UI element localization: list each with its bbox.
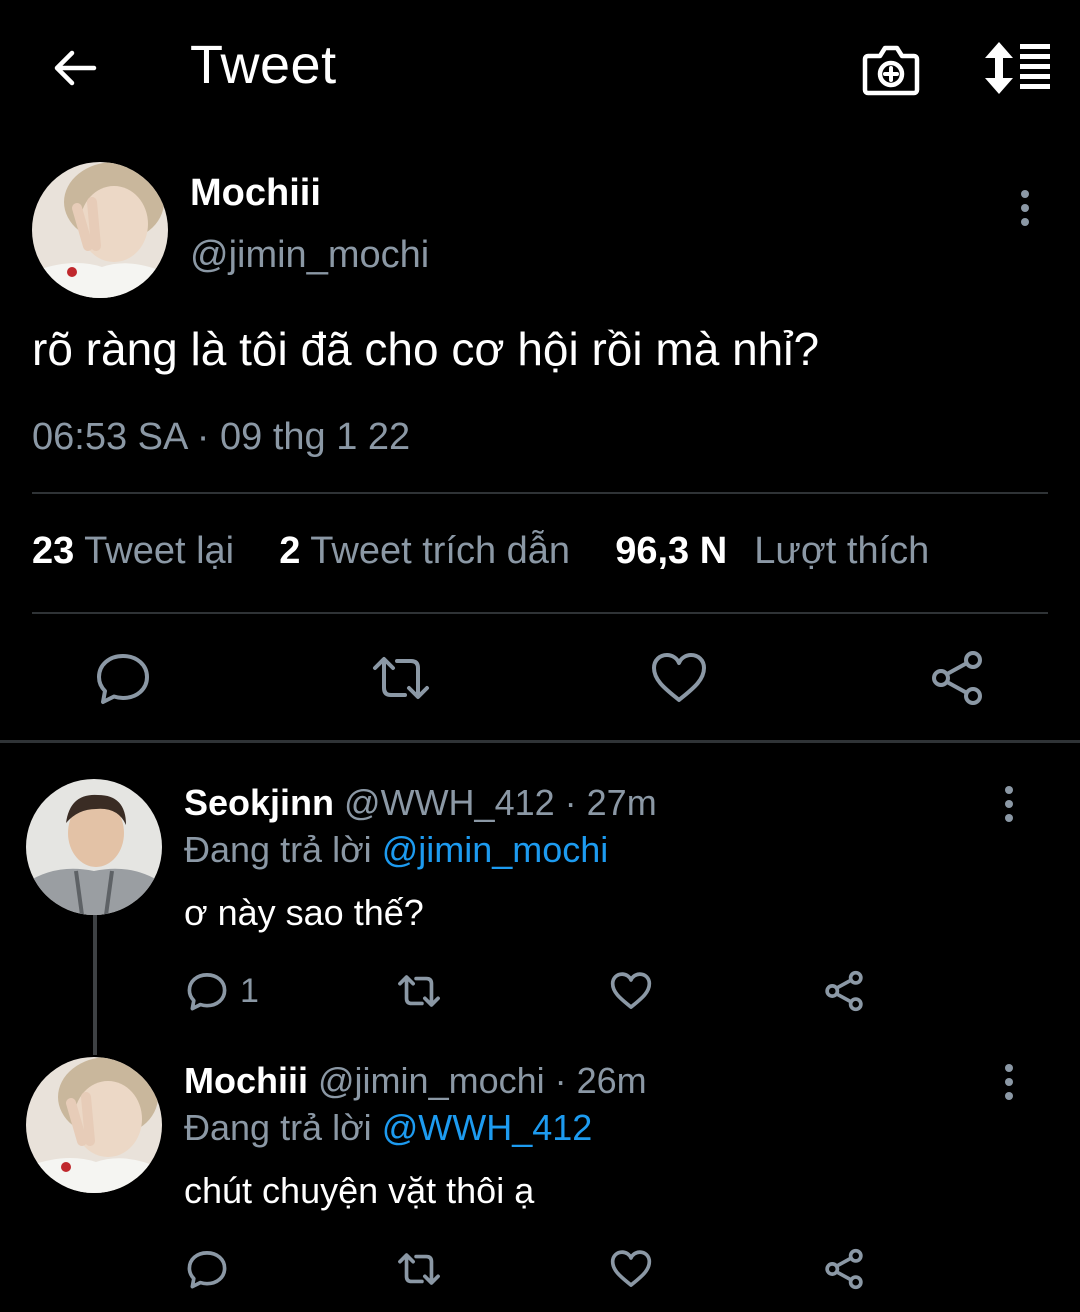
share-icon[interactable] — [822, 969, 866, 1013]
reply-icon[interactable] — [185, 1247, 229, 1291]
replying-to: Đang trả lời @jimin_mochi — [184, 829, 608, 871]
reply-author-name[interactable]: Seokjinn — [184, 782, 334, 823]
replying-mention-link[interactable]: @WWH_412 — [382, 1107, 593, 1148]
reply-count: 1 — [240, 972, 259, 1010]
reply-author-name[interactable]: Mochiii — [184, 1060, 308, 1101]
author-name[interactable]: Mochiii — [190, 172, 321, 215]
retweet-icon[interactable] — [371, 648, 431, 708]
replying-to: Đang trả lời @WWH_412 — [184, 1107, 592, 1149]
reply-author-handle[interactable]: @WWH_412 — [344, 782, 555, 823]
quotes-label[interactable]: Tweet trích dẫn — [310, 530, 570, 572]
thread-line — [93, 915, 97, 1055]
reply-author-handle[interactable]: @jimin_mochi — [318, 1060, 545, 1101]
avatar[interactable] — [26, 1057, 162, 1193]
retweet-icon[interactable] — [397, 1247, 441, 1291]
camera-plus-icon[interactable] — [862, 40, 920, 96]
tweet-stats: 23 Tweet lại 2 Tweet trích dẫn 96,3 N Lư… — [32, 530, 929, 573]
reply-icon[interactable] — [185, 969, 229, 1013]
page-title: Tweet — [190, 35, 337, 95]
divider — [32, 492, 1048, 494]
replying-prefix: Đang trả lời — [184, 1107, 372, 1148]
reply-header: Mochiii @jimin_mochi · 26m — [184, 1060, 647, 1102]
divider — [32, 612, 1048, 614]
avatar-image — [26, 779, 162, 915]
author-handle[interactable]: @jimin_mochi — [190, 234, 429, 277]
section-divider — [0, 740, 1080, 743]
avatar[interactable] — [32, 162, 168, 298]
more-options-icon[interactable] — [1002, 1062, 1016, 1102]
tweet-timestamp: 06:53 SA · 09 thg 1 22 — [32, 416, 411, 458]
top-bar: Tweet — [0, 0, 1080, 135]
retweet-icon[interactable] — [397, 969, 441, 1013]
arrow-left-icon[interactable] — [50, 44, 98, 92]
avatar-image — [32, 162, 168, 298]
more-options-icon[interactable] — [1018, 188, 1032, 228]
retweets-label[interactable]: Tweet lại — [84, 530, 234, 572]
likes-count[interactable]: 96,3 N — [615, 530, 727, 572]
reply-text: ơ này sao thế? — [184, 892, 424, 933]
replying-mention-link[interactable]: @jimin_mochi — [382, 829, 609, 870]
like-icon[interactable] — [649, 648, 709, 708]
avatar[interactable] — [26, 779, 162, 915]
share-icon[interactable] — [822, 1247, 866, 1291]
reply-time: · 27m — [564, 782, 657, 823]
replying-prefix: Đang trả lời — [184, 829, 372, 870]
avatar-image — [26, 1057, 162, 1193]
tweet-text: rõ ràng là tôi đã cho cơ hội rồi mà nhỉ? — [32, 323, 820, 375]
more-options-icon[interactable] — [1002, 784, 1016, 824]
reply-time: · 26m — [554, 1060, 647, 1101]
reply-header: Seokjinn @WWH_412 · 27m — [184, 782, 657, 824]
retweets-count[interactable]: 23 — [32, 530, 74, 572]
share-icon[interactable] — [927, 648, 987, 708]
like-icon[interactable] — [609, 969, 653, 1013]
reply-icon[interactable] — [93, 648, 153, 708]
reply-text: chút chuyện vặt thôi ạ — [184, 1170, 535, 1211]
quotes-count[interactable]: 2 — [279, 530, 300, 572]
likes-label[interactable]: Lượt thích — [754, 530, 929, 572]
like-icon[interactable] — [609, 1247, 653, 1291]
sort-list-icon[interactable] — [984, 42, 1050, 94]
